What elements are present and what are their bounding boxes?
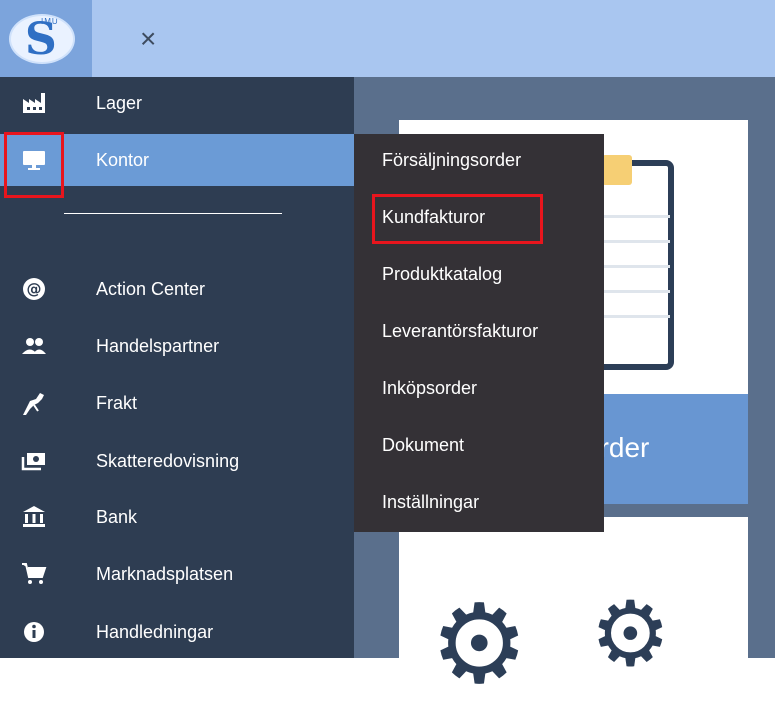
clipboard-line bbox=[604, 265, 670, 268]
sidebar-item-frakt[interactable]: Frakt bbox=[0, 377, 354, 429]
gear-icon: ⚙ bbox=[430, 583, 529, 706]
clipboard-line bbox=[604, 315, 670, 318]
top-bar: IMU S × bbox=[0, 0, 775, 77]
sidebar-item-bank[interactable]: Bank bbox=[0, 491, 354, 543]
highlight-box-kundfakturor bbox=[372, 194, 543, 244]
submenu-item-label: Dokument bbox=[382, 435, 465, 455]
submenu-item-label: Inköpsorder bbox=[382, 378, 478, 398]
logo: IMU S bbox=[9, 14, 75, 64]
clipboard-clip-icon bbox=[602, 155, 632, 185]
clipboard-line bbox=[604, 240, 670, 243]
submenu-item-produktkatalog[interactable]: Produktkatalog bbox=[354, 248, 604, 304]
sidebar-item-label: Action Center bbox=[96, 279, 206, 299]
clipboard-line bbox=[604, 215, 670, 218]
highlight-box-kontor-icon bbox=[4, 132, 64, 198]
sidebar-item-handledningar[interactable]: Handledningar bbox=[0, 606, 354, 658]
sidebar-item-label: Handelspartner bbox=[96, 336, 220, 356]
submenu-item-label: Produktkatalog bbox=[382, 264, 503, 284]
sidebar-item-label: Lager bbox=[96, 93, 143, 113]
sidebar-item-label: Bank bbox=[96, 507, 138, 527]
clipboard-line bbox=[604, 290, 670, 293]
sidebar-item-marknadsplatsen[interactable]: Marknadsplatsen bbox=[0, 548, 354, 600]
info-icon bbox=[20, 618, 48, 646]
close-icon[interactable]: × bbox=[140, 25, 156, 53]
svg-text:@: @ bbox=[27, 280, 42, 298]
submenu-item-forsaljningsorder[interactable]: Försäljningsorder bbox=[354, 134, 604, 190]
submenu-item-leverantorsfakturor[interactable]: Leverantörsfakturor bbox=[354, 305, 604, 361]
sidebar-item-label: Frakt bbox=[96, 393, 138, 413]
logo-letter: S bbox=[25, 14, 57, 64]
submenu-item-installningar[interactable]: Inställningar bbox=[354, 476, 604, 532]
sidebar-item-skatteredovisning[interactable]: Skatteredovisning bbox=[0, 435, 354, 487]
cart-icon bbox=[20, 560, 48, 588]
sidebar-item-label: Marknadsplatsen bbox=[96, 564, 234, 584]
sidebar-item-handelspartner[interactable]: Handelspartner bbox=[0, 320, 354, 372]
sidebar-divider bbox=[64, 213, 282, 214]
sidebar-item-lager[interactable]: Lager bbox=[0, 77, 354, 129]
sidebar-item-label: Kontor bbox=[96, 150, 150, 170]
at-sign-icon: @ bbox=[20, 275, 48, 303]
sidebar-item-label: Handledningar bbox=[96, 622, 214, 642]
logo-block[interactable]: IMU S bbox=[0, 0, 92, 77]
submenu-item-label: Försäljningsorder bbox=[382, 150, 522, 170]
bank-icon bbox=[20, 503, 48, 531]
sidebar-item-label: Skatteredovisning bbox=[96, 451, 240, 471]
submenu-item-label: Inställningar bbox=[382, 492, 480, 512]
horse-icon bbox=[20, 389, 48, 417]
gear-icon: ⚙ bbox=[590, 585, 671, 685]
submenu-item-label: Leverantörsfakturor bbox=[382, 321, 539, 341]
factory-icon bbox=[20, 89, 48, 117]
people-icon bbox=[20, 332, 48, 360]
submenu-item-dokument[interactable]: Dokument bbox=[354, 419, 604, 475]
submenu-item-inkopsorder[interactable]: Inköpsorder bbox=[354, 362, 604, 418]
money-icon bbox=[20, 447, 48, 475]
sidebar-item-action-center[interactable]: @ Action Center bbox=[0, 263, 354, 315]
